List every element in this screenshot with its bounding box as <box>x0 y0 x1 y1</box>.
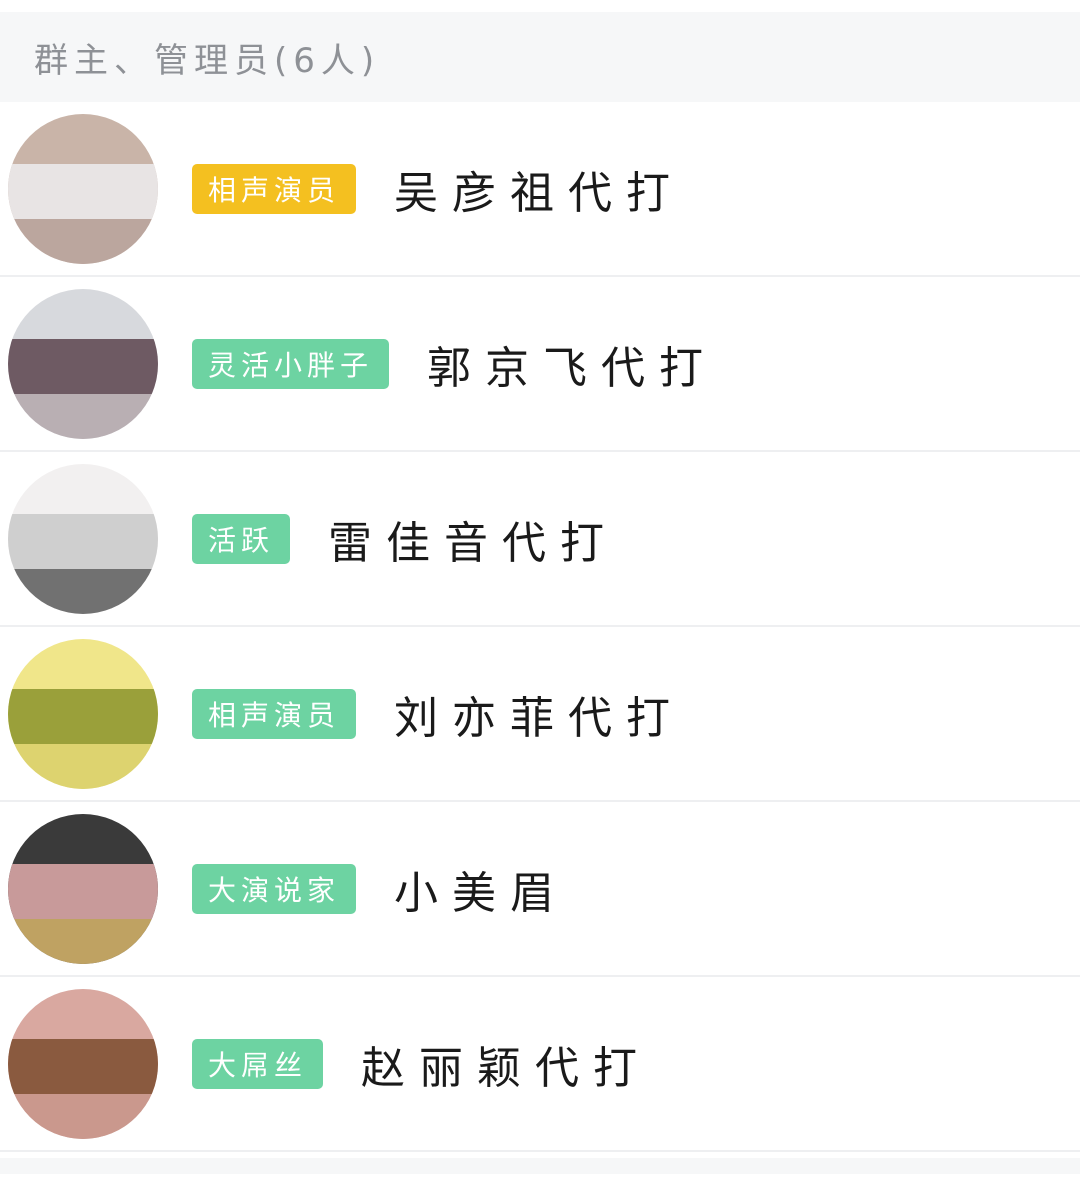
member-name: 刘亦菲代打 <box>394 682 684 746</box>
member-avatar[interactable] <box>8 814 158 964</box>
member-list: 相声演员 吴彦祖代打 灵活小胖子 郭京飞代打 活跃 雷佳音代打 <box>0 102 1080 1152</box>
avatar-image <box>8 464 158 614</box>
member-avatar[interactable] <box>8 114 158 264</box>
member-role-badge: 大演说家 <box>192 864 356 914</box>
member-info: 大屌丝 赵丽颖代打 <box>192 1032 651 1096</box>
member-role-badge: 灵活小胖子 <box>192 339 389 389</box>
member-row[interactable]: 相声演员 吴彦祖代打 <box>0 102 1080 277</box>
member-info: 相声演员 刘亦菲代打 <box>192 682 684 746</box>
member-info: 大演说家 小美眉 <box>192 857 568 921</box>
member-name: 赵丽颖代打 <box>361 1032 651 1096</box>
member-avatar[interactable] <box>8 989 158 1139</box>
section-header: 群主、管理员(6人) <box>0 12 1080 102</box>
member-row[interactable]: 大屌丝 赵丽颖代打 <box>0 977 1080 1152</box>
member-avatar[interactable] <box>8 289 158 439</box>
member-role-badge: 活跃 <box>192 514 290 564</box>
member-info: 灵活小胖子 郭京飞代打 <box>192 332 717 396</box>
member-row[interactable]: 相声演员 刘亦菲代打 <box>0 627 1080 802</box>
avatar-image <box>8 639 158 789</box>
avatar-image <box>8 289 158 439</box>
member-role-badge: 相声演员 <box>192 689 356 739</box>
avatar-image <box>8 989 158 1139</box>
member-role-badge: 大屌丝 <box>192 1039 323 1089</box>
list-bottom-divider <box>0 1158 1080 1174</box>
member-name: 雷佳音代打 <box>328 507 618 571</box>
member-info: 活跃 雷佳音代打 <box>192 507 618 571</box>
member-info: 相声演员 吴彦祖代打 <box>192 157 684 221</box>
member-name: 小美眉 <box>394 857 568 921</box>
member-row[interactable]: 灵活小胖子 郭京飞代打 <box>0 277 1080 452</box>
member-row[interactable]: 活跃 雷佳音代打 <box>0 452 1080 627</box>
section-title: 群主、管理员(6人) <box>34 33 380 82</box>
member-avatar[interactable] <box>8 639 158 789</box>
avatar-image <box>8 814 158 964</box>
member-avatar[interactable] <box>8 464 158 614</box>
member-row[interactable]: 大演说家 小美眉 <box>0 802 1080 977</box>
member-name: 郭京飞代打 <box>427 332 717 396</box>
member-role-badge: 相声演员 <box>192 164 356 214</box>
avatar-image <box>8 114 158 264</box>
member-name: 吴彦祖代打 <box>394 157 684 221</box>
